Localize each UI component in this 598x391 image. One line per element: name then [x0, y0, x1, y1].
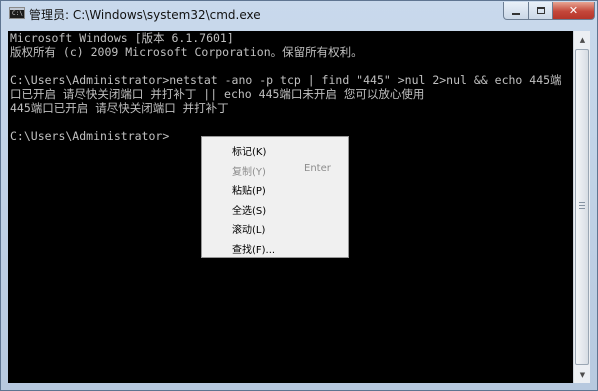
scroll-thumb[interactable]	[575, 49, 589, 365]
cmd-window: C:\ 管理员: C:\Windows\system32\cmd.exe ✕ M…	[0, 0, 598, 391]
menu-item-label: 复制(Y)	[232, 166, 266, 178]
console-line: Microsoft Windows [版本 6.1.7601]	[10, 31, 234, 45]
close-button[interactable]: ✕	[552, 2, 595, 20]
scroll-up-arrow[interactable]: ▲	[575, 31, 590, 48]
console-line: 版权所有 (c) 2009 Microsoft Corporation。保留所有…	[10, 45, 363, 59]
menu-item-find[interactable]: 查找(F)...	[202, 238, 348, 258]
menu-item-scroll[interactable]: 滚动(L)	[202, 218, 348, 238]
menu-item-paste[interactable]: 粘贴(P)	[202, 179, 348, 199]
console-line: 445端口已开启 请尽快关闭端口 并打补丁	[10, 101, 229, 115]
menu-item-label: 粘贴(P)	[232, 186, 266, 198]
app-icon-glyph: C:\	[12, 10, 23, 17]
maximize-button[interactable]	[528, 2, 553, 20]
close-icon: ✕	[568, 4, 579, 17]
menu-item-label: 查找(F)...	[232, 244, 276, 256]
window-title: 管理员: C:\Windows\system32\cmd.exe	[29, 8, 261, 22]
context-menu: 标记(K) 复制(Y) Enter 粘贴(P) 全选(S) 滚动(L) 查找(F)…	[201, 136, 349, 258]
minimize-icon	[512, 12, 520, 15]
menu-item-label: 滚动(L)	[232, 225, 266, 237]
menu-item-shortcut: Enter	[304, 162, 331, 174]
menu-item-label: 标记(K)	[232, 147, 267, 158]
console-line: 口已开启 请尽快关闭端口 并打补丁 || echo 445端口未开启 您可以放心…	[10, 87, 425, 101]
scroll-down-arrow[interactable]: ▼	[575, 366, 590, 383]
menu-item-mark[interactable]: 标记(K)	[202, 140, 348, 160]
menu-item-copy[interactable]: 复制(Y) Enter	[202, 160, 348, 180]
console-output[interactable]: Microsoft Windows [版本 6.1.7601] 版权所有 (c)…	[10, 31, 570, 143]
console-app-icon[interactable]: C:\	[9, 7, 25, 19]
vertical-scrollbar[interactable]: ▲ ▼	[573, 31, 590, 383]
title-bar[interactable]: C:\ 管理员: C:\Windows\system32\cmd.exe ✕	[1, 1, 597, 25]
menu-item-select-all[interactable]: 全选(S)	[202, 199, 348, 219]
menu-item-label: 全选(S)	[232, 205, 267, 217]
console-prompt-line: C:\Users\Administrator>	[10, 129, 170, 143]
console-line: C:\Users\Administrator>netstat -ano -p t…	[10, 73, 562, 87]
minimize-button[interactable]	[503, 2, 529, 20]
maximize-icon	[536, 7, 545, 14]
